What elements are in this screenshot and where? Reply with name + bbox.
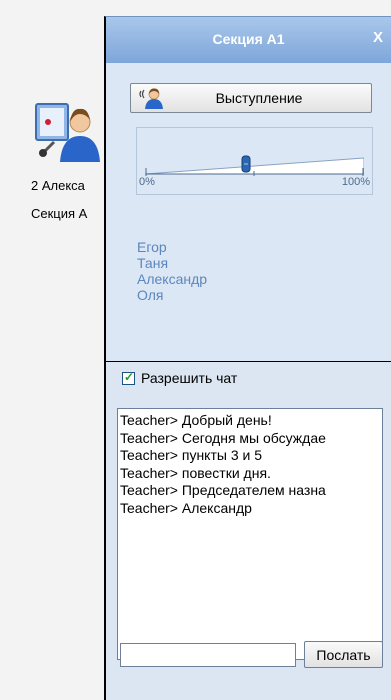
section-panel: Секция А1 X Выступление 0% 100% Егор Тан… <box>104 16 391 700</box>
speak-button[interactable]: Выступление <box>130 83 372 113</box>
volume-slider-thumb[interactable] <box>241 155 251 173</box>
panel-header: Секция А1 X <box>106 17 391 63</box>
volume-slider-track[interactable] <box>144 154 365 182</box>
allow-chat-checkbox[interactable]: ✓ <box>122 369 135 385</box>
participant-item[interactable]: Егор <box>137 239 207 255</box>
allow-chat-row[interactable]: ✓ Разрешить чат <box>122 370 237 386</box>
participant-list: Егор Таня Александр Оля <box>137 239 207 303</box>
chat-message: Teacher> повестки дня. <box>120 464 271 481</box>
volume-slider[interactable]: 0% 100% <box>136 127 373 195</box>
chat-message: Teacher> Добрый день! <box>120 412 272 428</box>
speak-button-label: Выступление <box>215 90 303 106</box>
desktop-user-name: 2 Алекса <box>31 178 85 193</box>
participant-item[interactable]: Таня <box>137 255 207 271</box>
send-button[interactable]: Послать <box>304 641 383 668</box>
volume-min-label: 0% <box>139 176 155 188</box>
message-input[interactable] <box>120 643 296 667</box>
chat-log[interactable]: Teacher> Добрый день! Teacher> Сегодня м… <box>117 408 383 660</box>
desktop-user-icon[interactable] <box>30 100 110 170</box>
participant-item[interactable]: Александр <box>137 271 207 287</box>
chat-message: Teacher> Сегодня мы обсуждае <box>120 429 326 446</box>
chat-message: Teacher> Александр <box>120 499 252 516</box>
chat-message: Teacher> Председателем назна <box>120 482 326 498</box>
desktop-user-section: Секция А <box>31 206 88 221</box>
participant-item[interactable]: Оля <box>137 287 207 303</box>
chat-section: ✓ Разрешить чат Teacher> Добрый день! Te… <box>106 362 391 700</box>
volume-max-label: 100% <box>341 176 370 188</box>
chat-message: Teacher> пункты 3 и 5 <box>120 447 263 463</box>
allow-chat-label: Разрешить чат <box>141 370 238 386</box>
close-button[interactable]: X <box>373 29 383 46</box>
checkmark-icon: ✓ <box>124 369 135 384</box>
presenter-monitor-icon <box>35 103 100 162</box>
panel-title: Секция А1 <box>212 31 285 47</box>
